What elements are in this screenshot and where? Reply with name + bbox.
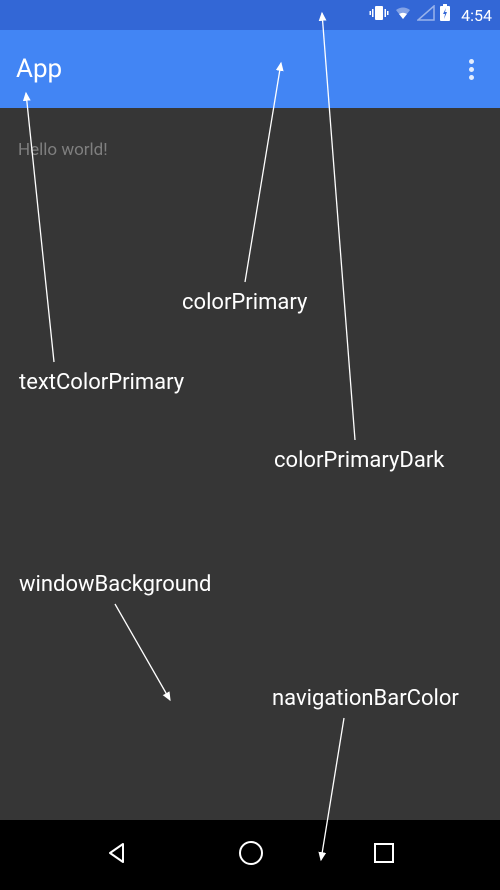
app-title: App xyxy=(16,54,62,84)
status-icons: 4:54 xyxy=(369,4,492,26)
content-area: Hello world! xyxy=(0,108,500,820)
battery-charging-icon xyxy=(439,4,451,26)
cell-signal-icon xyxy=(417,5,435,25)
overflow-menu-button[interactable] xyxy=(459,49,484,90)
navigation-bar xyxy=(0,820,500,890)
nav-recents-icon[interactable] xyxy=(372,841,396,869)
status-bar: 4:54 xyxy=(0,0,500,30)
hello-world-text: Hello world! xyxy=(18,140,108,160)
vibrate-icon xyxy=(369,4,389,26)
nav-home-icon[interactable] xyxy=(237,839,265,871)
wifi-icon xyxy=(393,5,413,25)
app-bar: App xyxy=(0,30,500,108)
nav-back-icon[interactable] xyxy=(104,840,130,870)
status-time: 4:54 xyxy=(461,6,492,25)
